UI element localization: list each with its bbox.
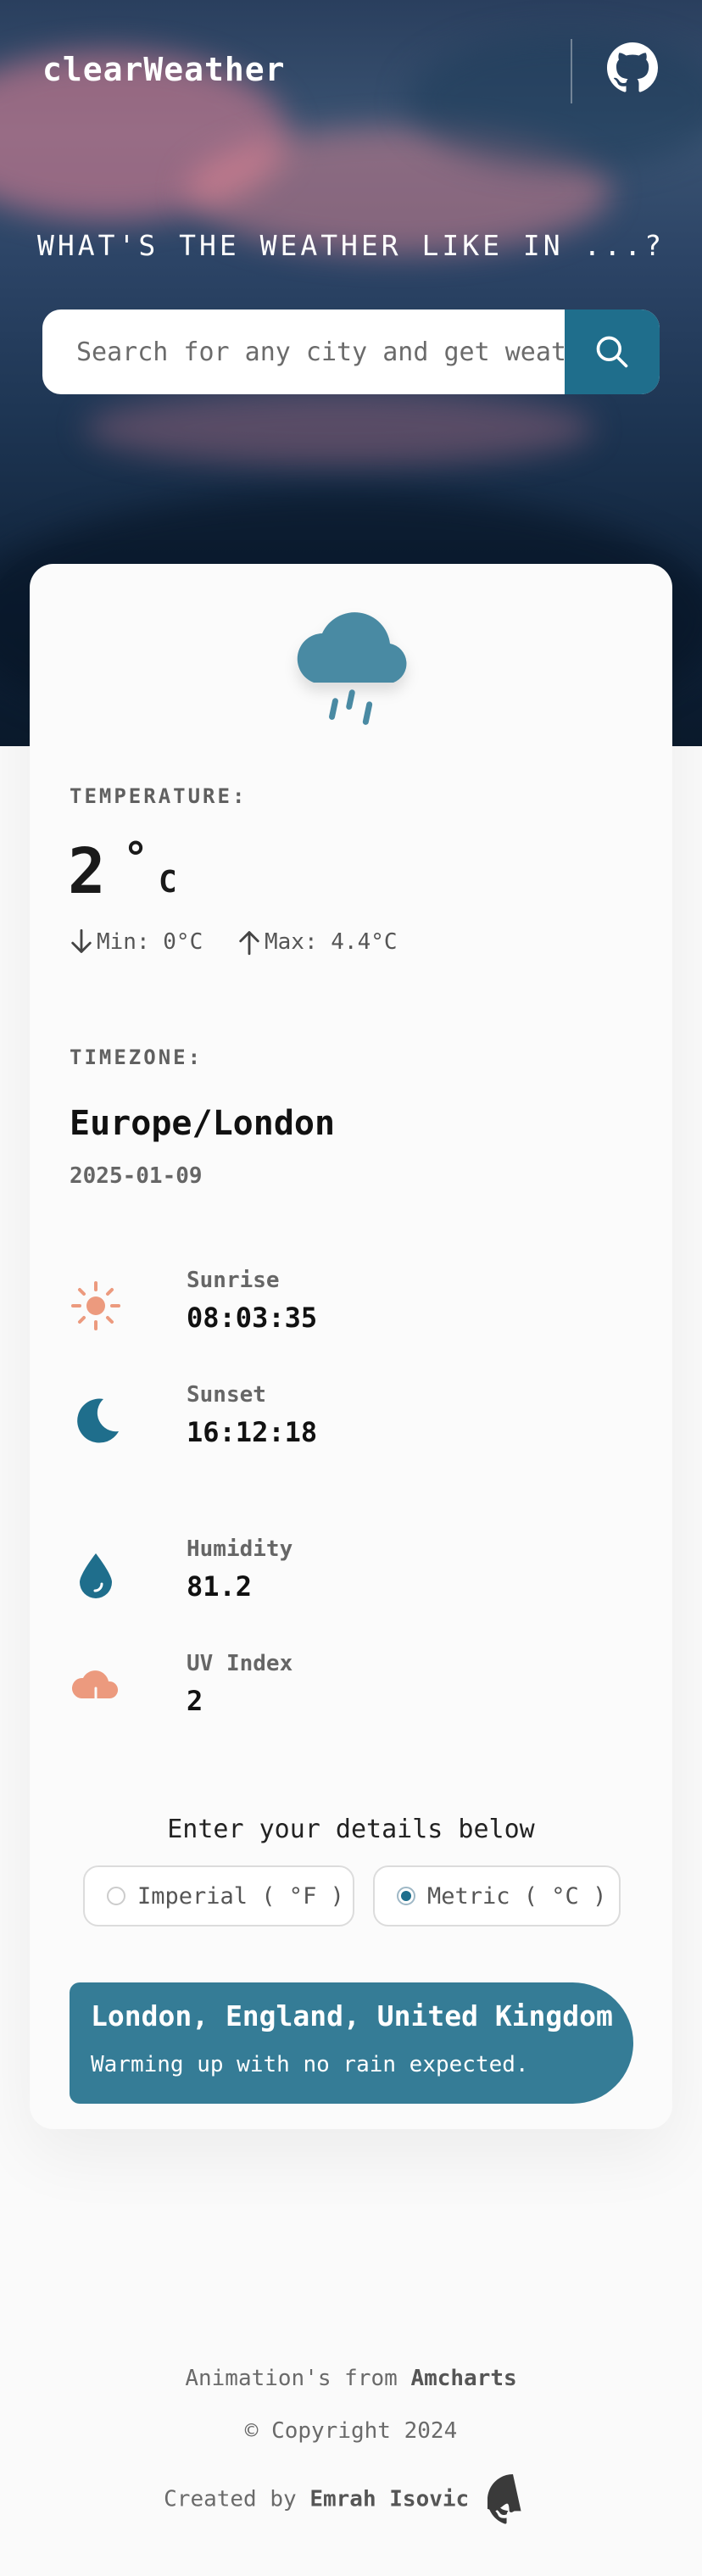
temperature-value: 2 [68,835,106,908]
author-link[interactable]: Emrah Isovic [309,2487,469,2512]
author-name: Emrah Isovic [309,2486,470,2512]
humidity-value: 81.2 [187,1570,253,1603]
min-temperature-text: Min: 0°C [97,929,203,955]
temperature-unit: C [159,865,177,900]
timezone-value: Europe/London [70,1104,336,1143]
search-input[interactable] [42,309,565,394]
rainy-cloud-icon [297,612,407,725]
uv-value: 2 [187,1685,203,1717]
arrow-down-icon [71,928,92,953]
search-button[interactable] [565,309,660,394]
imperial-label: Imperial ( °F ) [137,1882,344,1910]
temperature-degree: ° [123,834,149,883]
imperial-radio[interactable]: Imperial ( °F ) [83,1865,354,1926]
uv-cloud-icon [71,1670,119,1709]
details-title: Enter your details below [167,1815,535,1844]
humidity-row: Humidity 81.2 [70,1536,578,1613]
github-icon-footer[interactable] [482,2474,538,2525]
search-icon [596,336,628,368]
sunrise-value: 08:03:35 [187,1302,318,1334]
sunset-row: Sunset 16:12:18 [70,1382,578,1458]
header-divider [571,39,572,103]
max-temperature: Max: 4.4°C [237,928,398,956]
location-name: London, England, United Kingdom [91,1999,613,2032]
github-icon[interactable] [607,42,658,93]
temperature-label: TEMPERATURE: [70,784,248,808]
hero-title: WHAT'S THE WEATHER LIKE IN ...? [37,229,665,262]
weather-card: TEMPERATURE: 2 ° C Min: 0°C Max: 4.4°C T… [30,564,672,2129]
radio-circle [107,1887,125,1905]
sunrise-label: Sunrise [187,1268,280,1293]
weather-summary: Warming up with no rain expected. [91,2052,529,2077]
date-value: 2025-01-09 [70,1163,203,1189]
sunrise-row: Sunrise 08:03:35 [70,1268,578,1344]
location-summary: London, England, United Kingdom Warming … [70,1982,633,2104]
sun-icon [71,1281,120,1330]
search-bar [42,309,660,394]
metric-radio[interactable]: Metric ( °C ) [373,1865,621,1926]
arrow-up-icon [239,931,259,956]
sunset-label: Sunset [187,1382,266,1408]
author-prefix: Created by [164,2486,297,2512]
animation-credit: Animation's from Amcharts [0,2366,702,2391]
author-credit: Created by Emrah Isovic [0,2474,702,2525]
amcharts-link[interactable]: Amcharts [410,2366,516,2391]
metric-label: Metric ( °C ) [427,1882,607,1910]
sunset-value: 16:12:18 [187,1416,318,1448]
copyright: © Copyright 2024 [244,2418,458,2444]
uv-label: UV Index [187,1651,293,1676]
radio-circle-selected [397,1887,415,1905]
brand-logo[interactable]: clearWeather [42,51,286,88]
water-drop-icon [80,1553,112,1598]
max-temperature-text: Max: 4.4°C [265,929,398,955]
uv-row: UV Index 2 [70,1651,578,1727]
cloud-shape [85,390,593,466]
humidity-label: Humidity [187,1536,293,1562]
animation-credit-prefix: Animation's from [185,2366,398,2391]
timezone-label: TIMEZONE: [70,1045,203,1069]
moon-icon [77,1398,119,1443]
min-temperature: Min: 0°C [70,928,203,956]
amcharts-text: Amcharts [410,2366,517,2391]
